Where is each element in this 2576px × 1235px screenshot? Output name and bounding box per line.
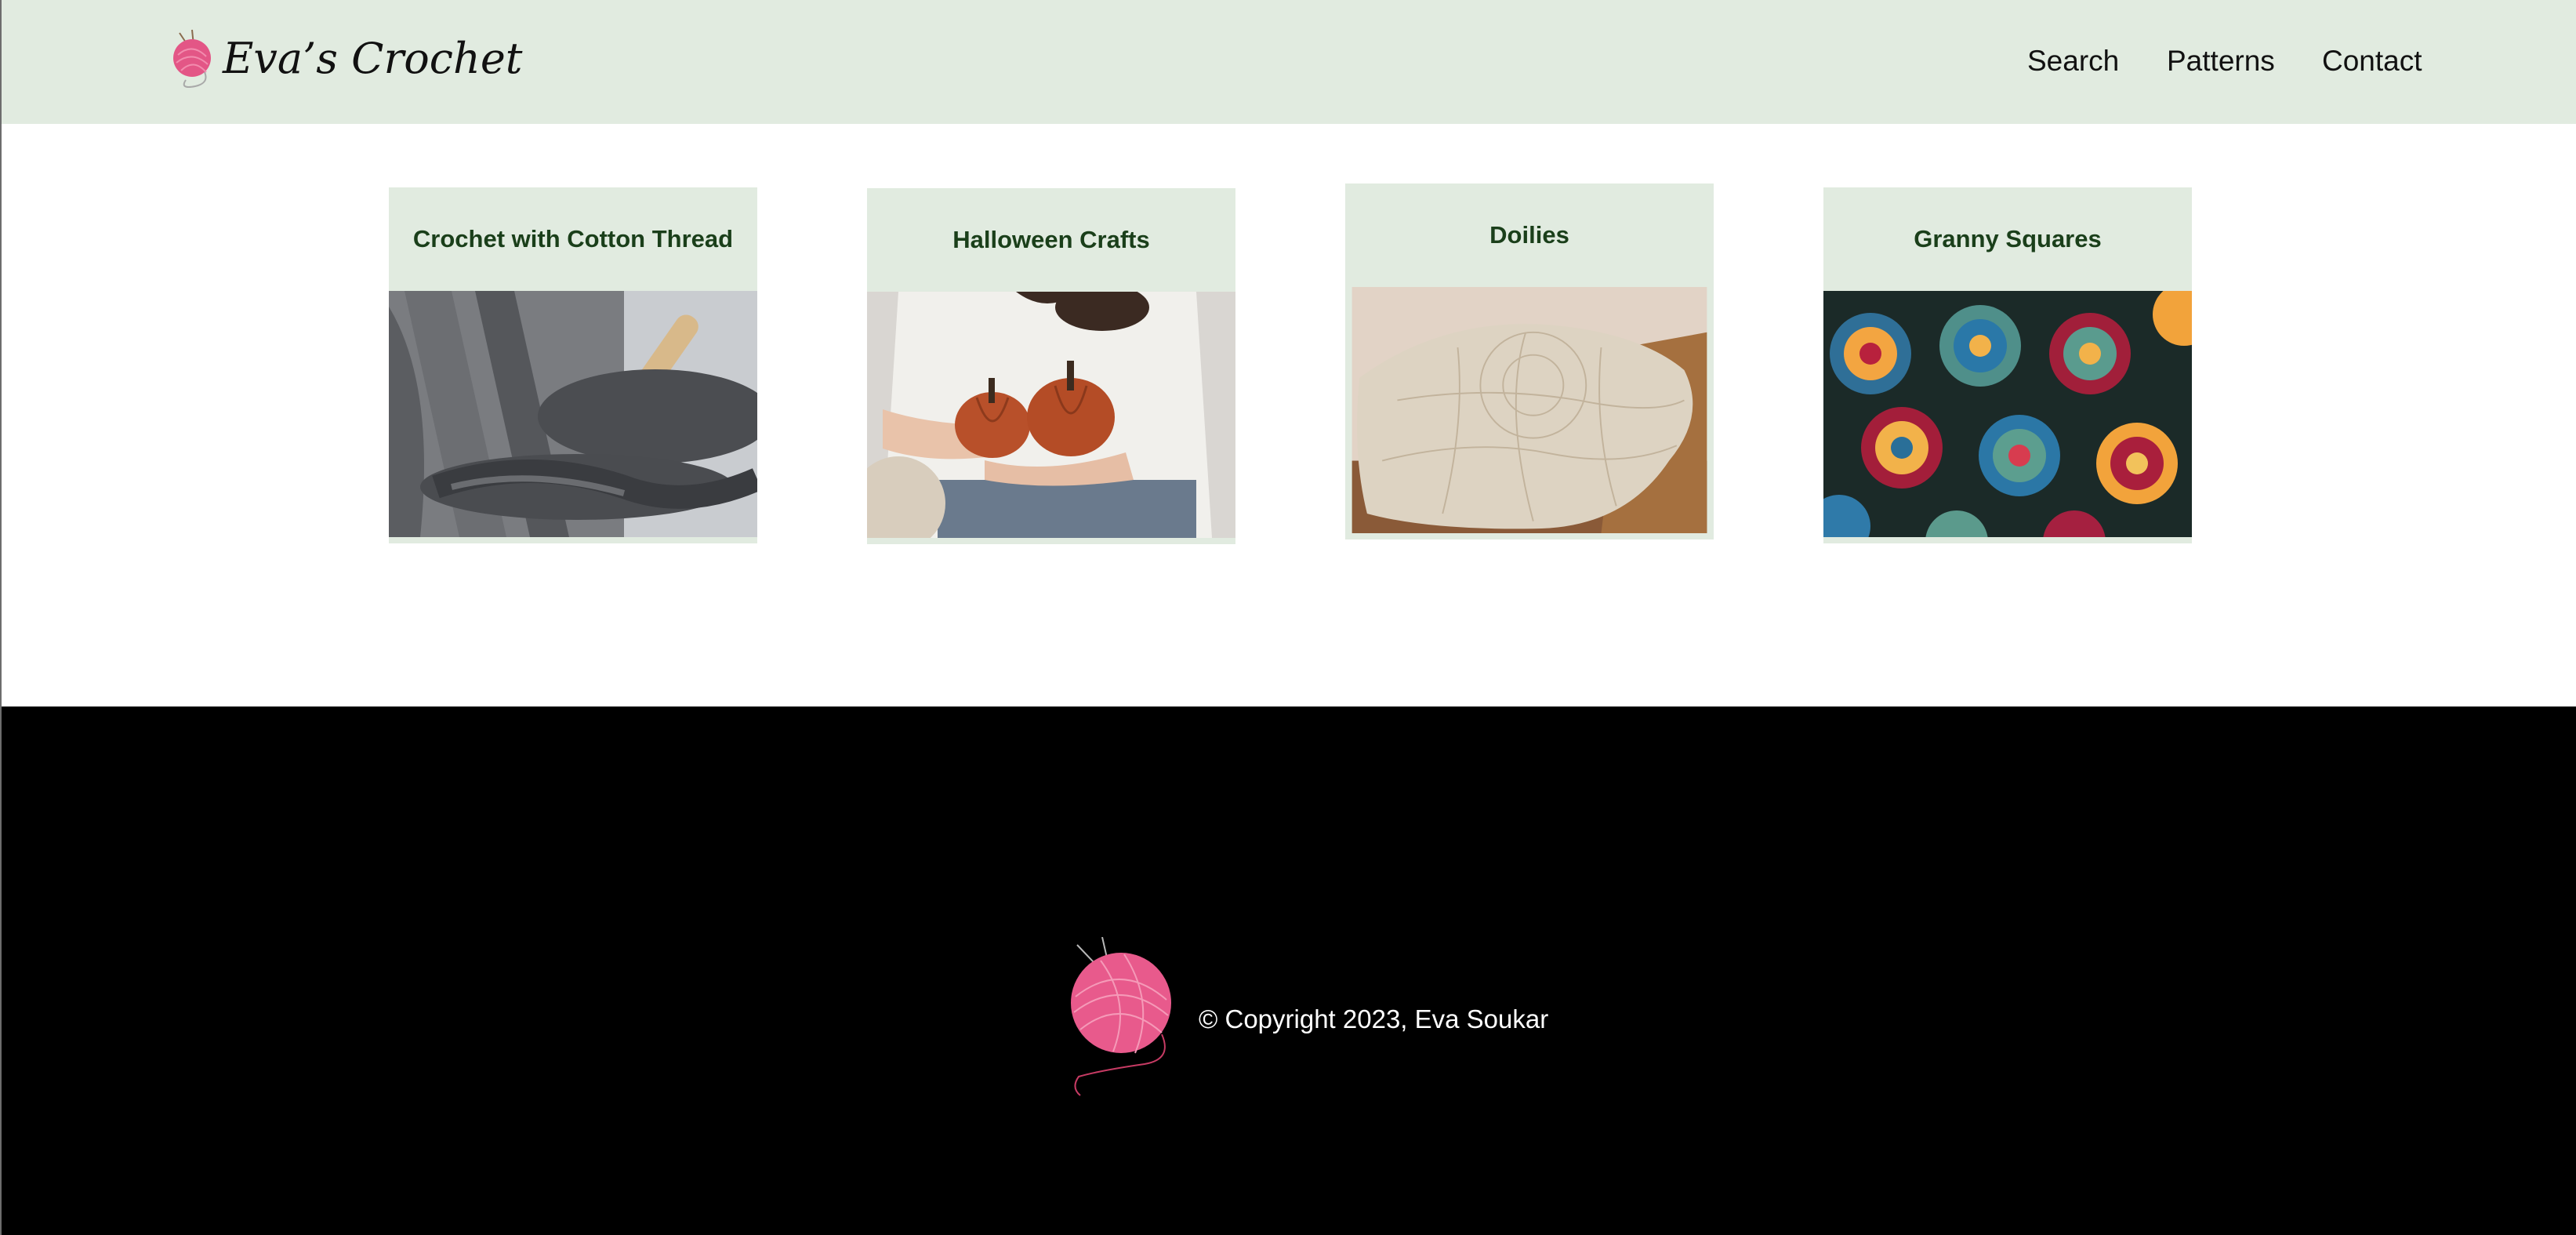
card-title[interactable]: Doilies [1345, 183, 1714, 287]
halloween-crafts-photo[interactable] [867, 292, 1235, 538]
card-title[interactable]: Crochet with Cotton Thread [389, 187, 757, 291]
category-card-doilies[interactable]: Doilies [1345, 183, 1714, 539]
card-title[interactable]: Halloween Crafts [867, 188, 1235, 292]
copyright-text: © Copyright 2023, Eva Soukar [1199, 1004, 1549, 1033]
site-header: Eva’s Crochet Search Patterns Contact [2, 0, 2576, 124]
card-title[interactable]: Granny Squares [1823, 187, 2192, 291]
yarn-ball-logo-icon[interactable] [169, 28, 216, 93]
yarn-ball-icon [1071, 937, 1171, 1096]
site-brand[interactable]: Eva’s Crochet [223, 31, 522, 86]
nav-search-link[interactable]: Search [2027, 42, 2119, 80]
nav-patterns-link[interactable]: Patterns [2167, 42, 2275, 80]
card-footer [1823, 537, 2192, 543]
category-card-cotton-thread[interactable]: Crochet with Cotton Thread [389, 187, 757, 543]
granny-squares-photo[interactable] [1823, 291, 2192, 537]
card-footer [867, 538, 1235, 544]
doilies-photo[interactable] [1345, 287, 1714, 533]
category-card-granny-squares[interactable]: Granny Squares [1823, 187, 2192, 543]
category-card-halloween[interactable]: Halloween Crafts [867, 188, 1235, 544]
card-footer [1345, 533, 1714, 539]
nav-contact-link[interactable]: Contact [2322, 42, 2422, 80]
card-footer [389, 537, 757, 543]
cotton-thread-photo[interactable] [389, 291, 757, 537]
site-footer: © Copyright 2023, Eva Soukar [2, 706, 2576, 1235]
